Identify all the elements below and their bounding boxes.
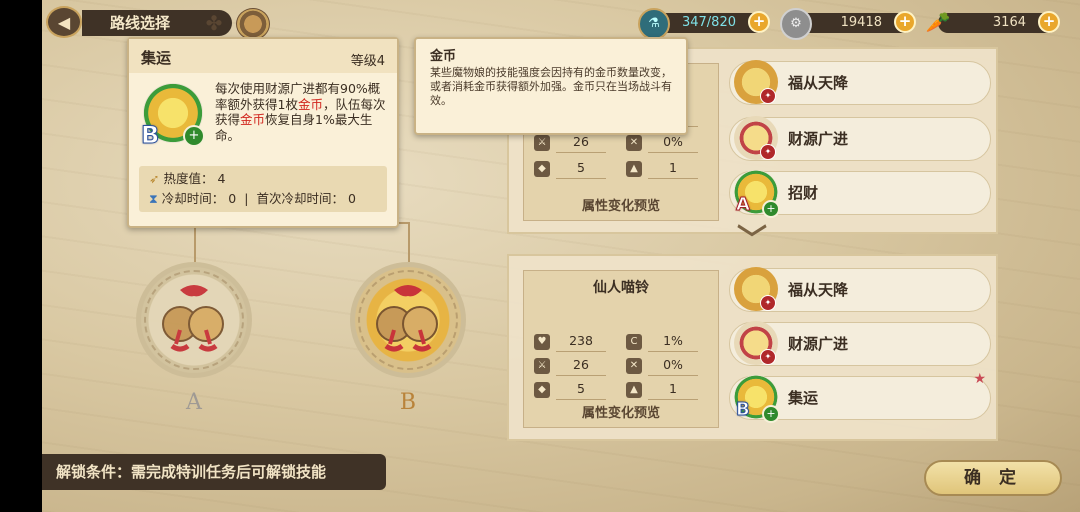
- cooldown-row: ⧗ 冷却时间： 0 | 首次冷却时间： 0: [149, 191, 356, 206]
- upgrade-plus-icon: +: [762, 405, 780, 423]
- clover-icon: ✤: [205, 11, 223, 35]
- stat-preview-label: 属性变化预览: [581, 406, 660, 421]
- heart-icon: ♥: [534, 333, 550, 350]
- skill-item[interactable]: ✦ 财源广进: [729, 321, 991, 366]
- add-energy-button[interactable]: +: [748, 11, 770, 33]
- tooltip-header: 集运 等级4: [129, 39, 397, 73]
- character-name: 仙人喵铃: [593, 280, 649, 296]
- route-select-screen: 路线选择 ◀ ✤ ⚗ 347/820 + ⚙ 19418 + 🥕 3164 +: [42, 0, 1080, 512]
- node-a-label: A: [186, 390, 202, 415]
- tree-line: [194, 222, 196, 262]
- stat-preview-label: 属性变化预览: [581, 199, 660, 214]
- fire-badge-icon: ✦: [760, 295, 776, 311]
- skill-item[interactable]: ✦ 财源广进: [729, 116, 991, 161]
- heat-icon: ➶: [149, 171, 160, 186]
- boot-icon: ▲: [626, 160, 642, 177]
- rank-badge: B: [736, 399, 751, 421]
- carrot-value: 3164: [992, 15, 1026, 30]
- back-button[interactable]: ◀: [46, 6, 82, 38]
- skill-tooltip: 集运 等级4 B + 每次使用财源广进都有90%概率额外获得1枚金币，队伍每次获…: [127, 37, 399, 228]
- upgrade-plus-icon: +: [183, 125, 205, 147]
- skill-name: 集运: [141, 49, 172, 67]
- unlock-condition: 解锁条件：需完成特训任务后可解锁技能: [42, 454, 386, 490]
- skill-stats: ➶ 热度值： 4 ⧗ 冷却时间： 0 | 首次冷却时间： 0: [139, 166, 387, 212]
- stat-speed: ▲ 1: [626, 158, 698, 179]
- dodge-icon: ✕: [626, 134, 642, 151]
- hourglass-icon: ⧗: [149, 191, 158, 206]
- tree-line: [408, 222, 410, 262]
- skill-item[interactable]: B + 集运 ★: [729, 371, 991, 423]
- coin-tooltip: 金币 某些魔物娘的技能强度会因持有的金币数量改变，或者消耗金币获得额外加强。金币…: [414, 37, 688, 135]
- star-icon: ★: [973, 371, 986, 387]
- carrot-icon: 🥕: [925, 10, 951, 34]
- stat-dodge: ✕ 0%: [626, 355, 698, 376]
- route-preview-panel-b: 仙人喵铃 ♥ 238 C 1% ⚔ 26 ✕ 0% ◆ 5 ▲ 1 属性变化预览 ✦ 福从天…: [507, 254, 998, 441]
- bells-icon: [162, 285, 224, 352]
- energy-value: 347/820: [681, 15, 736, 30]
- coin-tooltip-title: 金币: [430, 49, 457, 64]
- chevron-down-icon: ﹀: [737, 223, 767, 258]
- rank-badge: B: [140, 121, 160, 150]
- carrot-counter: 🥕 3164 +: [926, 11, 1060, 33]
- stat-crit: C1%: [626, 331, 698, 352]
- sword-icon: ⚔: [534, 357, 550, 374]
- add-carrot-button[interactable]: +: [1038, 11, 1060, 33]
- shield-icon: ◆: [534, 381, 550, 398]
- back-arrow-icon: ◀: [57, 12, 71, 32]
- route-node-b[interactable]: [350, 262, 466, 378]
- route-node-a[interactable]: [136, 262, 252, 378]
- stat-hp: ♥238: [534, 331, 606, 352]
- dodge-icon: ✕: [626, 357, 642, 374]
- fire-badge-icon: ✦: [760, 349, 776, 365]
- gear-coin-icon: ⚙: [780, 8, 812, 40]
- boot-icon: ▲: [626, 381, 642, 398]
- energy-counter: ⚗ 347/820 +: [638, 8, 770, 40]
- node-b-label: B: [399, 390, 417, 415]
- heat-row: ➶ 热度值： 4: [149, 171, 226, 186]
- sword-icon: ⚔: [534, 134, 550, 151]
- divider: |: [244, 191, 249, 206]
- stat-defense: ◆ 5: [534, 158, 606, 179]
- stat-attack: ⚔ 26: [534, 355, 606, 376]
- stat-speed: ▲ 1: [626, 379, 698, 400]
- stat-preview-box: 仙人喵铃 ♥238 C1% ⚔26 ✕0% ◆5 ▲1 属性变化预览: [523, 270, 719, 428]
- coin-tooltip-description: 某些魔物娘的技能强度会因持有的金币数量改变，或者消耗金币获得额外加强。金币只在当…: [430, 66, 672, 107]
- energy-potion-icon: ⚗: [638, 8, 670, 40]
- emblem-icon[interactable]: [236, 8, 270, 40]
- gear-coin-value: 19418: [840, 15, 882, 30]
- crit-icon: C: [626, 333, 642, 350]
- skill-description: 每次使用财源广进都有90%概率额外获得1枚金币，队伍每次获得金币恢复自身1%最大…: [215, 81, 386, 143]
- fire-badge-icon: ✦: [760, 144, 776, 160]
- confirm-button[interactable]: 确 定: [924, 460, 1062, 496]
- top-bar: 路线选择 ◀ ✤ ⚗ 347/820 + ⚙ 19418 + 🥕 3164 +: [42, 4, 1080, 40]
- upgrade-plus-icon: +: [762, 200, 780, 218]
- fire-badge-icon: ✦: [760, 88, 776, 104]
- add-gear-coin-button[interactable]: +: [894, 11, 916, 33]
- shield-icon: ◆: [534, 160, 550, 177]
- gear-coin-counter: ⚙ 19418 +: [780, 8, 916, 40]
- skill-item[interactable]: ✦ 福从天降: [729, 267, 991, 312]
- skill-level: 等级4: [350, 54, 385, 69]
- stat-defense: ◆ 5: [534, 379, 606, 400]
- rank-badge: A: [736, 194, 751, 216]
- stat-attack: ⚔ 26: [534, 132, 606, 153]
- stat-dodge: ✕ 0%: [626, 132, 698, 153]
- skill-item[interactable]: ✦ 福从天降: [729, 60, 991, 105]
- skill-item[interactable]: A + 招财: [729, 170, 991, 218]
- bells-icon: [376, 285, 438, 352]
